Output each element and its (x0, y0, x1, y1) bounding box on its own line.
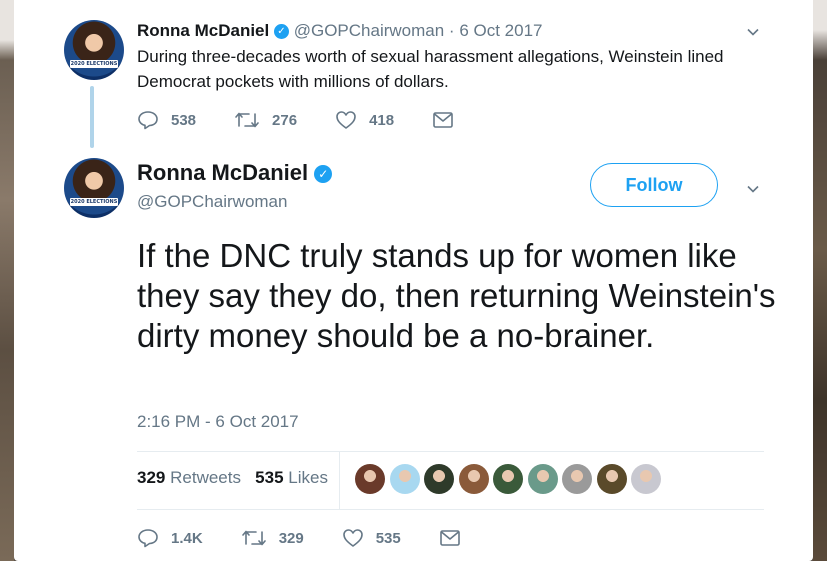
liker-avatar[interactable] (493, 464, 523, 494)
liker-avatar[interactable] (458, 464, 489, 494)
liker-avatar[interactable] (596, 464, 627, 494)
liker-avatar[interactable] (562, 464, 592, 494)
verified-badge-icon: ✓ (273, 24, 289, 40)
avatar-caption: 2020 ELECTIONS (70, 60, 118, 68)
tweet2-author-name-text[interactable]: Ronna McDaniel (137, 160, 308, 185)
liker-avatar[interactable] (424, 464, 454, 494)
tweet1-author-name[interactable]: Ronna McDaniel (137, 21, 269, 40)
avatar[interactable]: 2020 ELECTIONS (64, 158, 124, 218)
tweet1-header: Ronna McDaniel ✓ @GOPChairwoman · 6 Oct … (137, 21, 543, 41)
envelope-icon (433, 112, 453, 128)
reply-icon (138, 111, 158, 130)
retweets-stat-count: 329 (137, 468, 166, 487)
reply-button[interactable]: 538 (137, 110, 196, 130)
reply-count: 1.4K (171, 529, 203, 547)
background-left (0, 0, 14, 561)
like-button[interactable]: 418 (335, 110, 394, 130)
divider (137, 509, 764, 510)
liker-avatar[interactable] (631, 464, 661, 494)
tweet2-timestamp[interactable]: 2:16 PM - 6 Oct 2017 (137, 412, 299, 432)
chevron-down-icon[interactable] (747, 26, 759, 38)
direct-message-button[interactable] (439, 529, 473, 547)
retweets-stat-label: Retweets (170, 468, 241, 487)
tweet1-separator: · (448, 21, 455, 40)
avatar-caption: 2020 ELECTIONS (70, 198, 118, 206)
retweet-icon (235, 112, 259, 128)
divider (137, 451, 764, 452)
direct-message-button[interactable] (432, 111, 466, 129)
liker-avatar[interactable] (355, 464, 385, 494)
tweet1-text: During three-decades worth of sexual har… (137, 47, 724, 91)
reply-count: 538 (171, 111, 197, 129)
envelope-icon (439, 530, 460, 546)
retweet-count: 329 (278, 529, 304, 547)
chevron-down-icon[interactable] (747, 183, 759, 195)
tweet2-handle[interactable]: @GOPChairwoman (137, 192, 287, 212)
tweet1-date[interactable]: 6 Oct 2017 (459, 21, 542, 40)
retweet-icon (241, 530, 266, 546)
like-count: 418 (369, 111, 395, 129)
thread-connector (90, 86, 94, 148)
avatar[interactable]: 2020 ELECTIONS (64, 20, 124, 80)
heart-icon (342, 529, 363, 547)
retweet-count: 276 (272, 111, 298, 129)
tweet2-author-name: Ronna McDaniel ✓ (137, 160, 333, 186)
background-right (813, 0, 827, 561)
liker-avatar[interactable] (389, 464, 420, 494)
retweet-button[interactable]: 276 (234, 110, 297, 130)
tweet1-actions: 538 276 418 (137, 108, 466, 132)
likes-stat-label: Likes (288, 468, 328, 487)
verified-badge-icon: ✓ (314, 165, 333, 184)
tweet-card: 2020 ELECTIONS Ronna McDaniel ✓ @GOPChai… (14, 0, 813, 561)
retweets-stat[interactable]: 329 Retweets (137, 468, 241, 487)
likes-stat[interactable]: 535 Likes (255, 468, 328, 487)
likes-stat-count: 535 (255, 468, 284, 487)
tweet2-text: If the DNC truly stands up for women lik… (137, 237, 776, 354)
tweet1-handle[interactable]: @GOPChairwoman (294, 21, 444, 40)
like-count: 535 (375, 529, 401, 547)
reply-button[interactable]: 1.4K (137, 528, 203, 548)
likers-avatars (355, 464, 666, 494)
retweet-button[interactable]: 329 (241, 528, 304, 548)
reply-icon (138, 529, 158, 548)
like-button[interactable]: 535 (342, 528, 401, 548)
tweet2-stats: 329 Retweets 535 Likes (137, 468, 328, 488)
stats-separator (339, 451, 340, 509)
liker-avatar[interactable] (527, 464, 558, 494)
tweet2-actions: 1.4K 329 535 (137, 526, 473, 550)
follow-button[interactable]: Follow (590, 163, 718, 207)
heart-icon (336, 111, 356, 129)
